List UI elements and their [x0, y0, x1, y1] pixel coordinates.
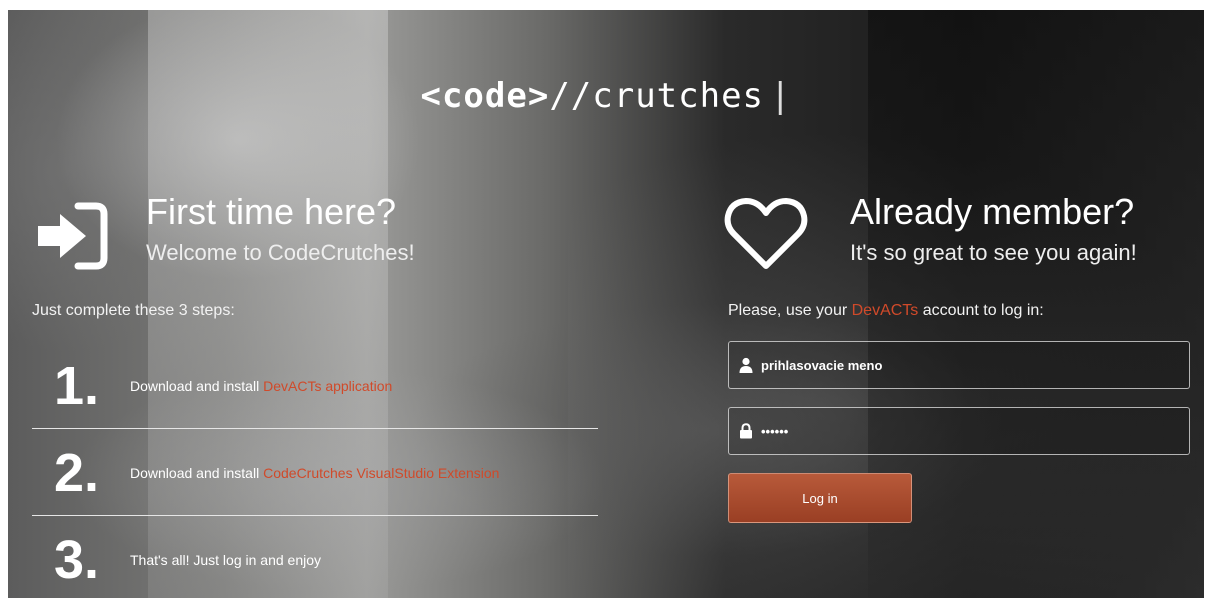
step-text: That's all! Just log in and enjoy	[130, 552, 322, 568]
logo-crutches: //crutches	[549, 76, 765, 116]
first-time-subtitle: Welcome to CodeCrutches!	[146, 240, 415, 265]
password-field[interactable]	[728, 407, 1190, 455]
log-in-button[interactable]: Log in	[728, 473, 912, 523]
login-intro-after: account to log in:	[918, 302, 1044, 319]
step-text: Download and install DevACTs application	[130, 346, 392, 426]
username-field[interactable]	[728, 341, 1190, 389]
user-icon	[739, 357, 753, 373]
already-member-subtitle: It's so great to see you again!	[850, 240, 1137, 265]
already-member-title: Already member?	[850, 191, 1135, 232]
step-divider	[32, 515, 598, 516]
hero-background: <code>//crutches | First time here? Welco…	[8, 10, 1204, 598]
sign-in-icon	[38, 202, 108, 270]
step-number: 3.	[54, 530, 100, 590]
logo-cursor: |	[770, 76, 792, 116]
step-number: 1.	[54, 356, 100, 416]
first-time-title: First time here?	[146, 191, 397, 232]
username-input[interactable]	[761, 357, 1189, 373]
step-number: 2.	[54, 443, 100, 503]
step-text-plain: Download and install	[130, 378, 264, 394]
step-text-plain: Download and install	[130, 465, 264, 481]
step-1: 1. Download and install DevACTs applicat…	[32, 346, 597, 426]
login-intro-before: Please, use your	[728, 302, 852, 319]
heart-icon	[724, 198, 808, 269]
logo-code: <code>	[420, 76, 550, 116]
devacts-link[interactable]: DevACTs	[852, 302, 919, 319]
login-intro: Please, use your DevACTs account to log …	[728, 302, 1044, 320]
step-divider	[32, 428, 598, 429]
step-text: Download and install CodeCrutches Visual…	[130, 433, 499, 513]
visualstudio-extension-link[interactable]: CodeCrutches VisualStudio Extension	[263, 465, 499, 481]
site-logo: <code>//crutches |	[8, 76, 1204, 116]
steps-intro: Just complete these 3 steps:	[32, 302, 235, 319]
password-input[interactable]	[761, 423, 1189, 439]
step-2: 2. Download and install CodeCrutches Vis…	[32, 433, 597, 513]
step-3: 3. That's all! Just log in and enjoy	[32, 520, 597, 598]
lock-icon	[740, 423, 752, 439]
devacts-application-link[interactable]: DevACTs application	[263, 378, 392, 394]
